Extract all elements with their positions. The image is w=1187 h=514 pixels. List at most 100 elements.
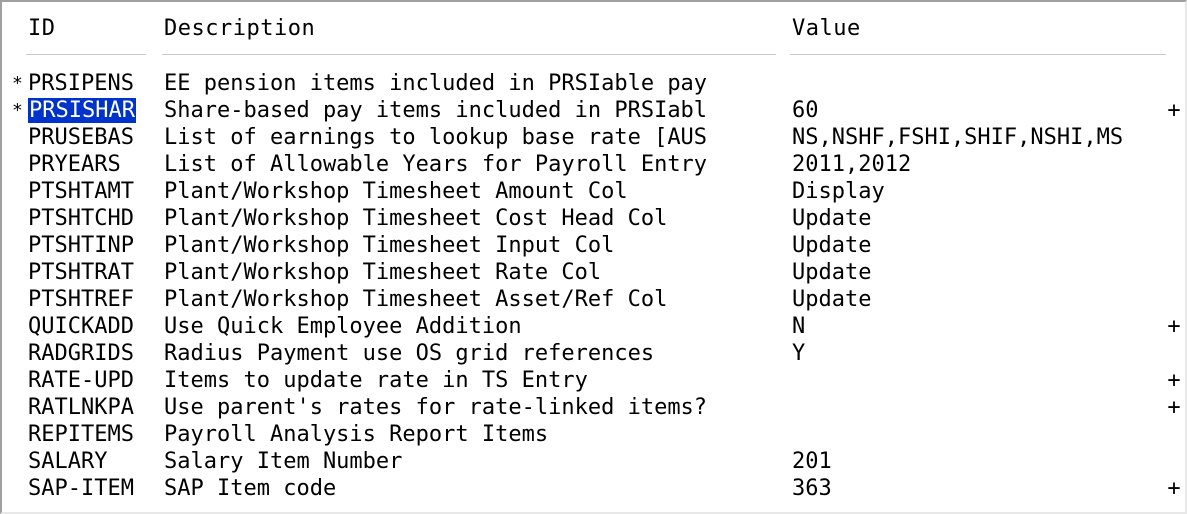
row-id[interactable]: PTSHTREF xyxy=(28,286,150,313)
row-value[interactable]: NS,NSHF,FSHI,SHIF,NSHI,MS xyxy=(792,124,1170,151)
row-id[interactable]: RATLNKPA xyxy=(28,394,150,421)
table-row[interactable]: PRYEARS List of Allowable Years for Payro… xyxy=(2,151,1185,178)
row-id-text: QUICKADD xyxy=(28,314,134,339)
row-description: Payroll Analysis Report Items xyxy=(164,422,549,447)
row-value[interactable]: Update xyxy=(792,286,1170,313)
row-value[interactable]: 201 xyxy=(792,448,1170,475)
modified-marker xyxy=(12,286,28,313)
row-id[interactable]: PTSHTCHD xyxy=(28,205,150,232)
row-description: List of earnings to lookup base rate [AU… xyxy=(164,125,708,150)
expand-more-icon[interactable] xyxy=(1166,205,1182,232)
row-id[interactable]: PTSHTAMT xyxy=(28,178,150,205)
expand-more-icon[interactable] xyxy=(1166,340,1182,367)
table-row[interactable]: RATE-UPD Items to update rate in TS Entry… xyxy=(2,367,1185,394)
header-underline-id xyxy=(26,54,146,55)
expand-more-icon[interactable] xyxy=(1166,259,1182,286)
row-value[interactable]: Display xyxy=(792,178,1170,205)
header-underline-description xyxy=(162,54,776,55)
table-row[interactable]: PTSHTREF Plant/Workshop Timesheet Asset/R… xyxy=(2,286,1185,313)
expand-more-icon[interactable] xyxy=(1166,421,1182,448)
row-description: Plant/Workshop Timesheet Cost Head Col xyxy=(164,206,668,231)
modified-marker xyxy=(12,448,28,475)
expand-more-icon[interactable] xyxy=(1166,448,1182,475)
table-row[interactable]: * PRSISHAR Share-based pay items included … xyxy=(2,97,1185,124)
table-row[interactable]: PRUSEBAS List of earnings to lookup base … xyxy=(2,124,1185,151)
row-description: Radius Payment use OS grid references xyxy=(164,341,655,366)
expand-more-icon[interactable]: + xyxy=(1166,313,1182,340)
column-header-value[interactable]: Value xyxy=(792,14,861,44)
row-id[interactable]: RADGRIDS xyxy=(28,340,150,367)
modified-marker xyxy=(12,475,28,502)
table-row[interactable]: PTSHTCHD Plant/Workshop Timesheet Cost He… xyxy=(2,205,1185,232)
expand-more-icon[interactable]: + xyxy=(1166,367,1182,394)
row-value[interactable]: Update xyxy=(792,232,1170,259)
row-id-text: PRYEARS xyxy=(28,152,121,177)
row-id[interactable]: SAP-ITEM xyxy=(28,475,150,502)
modified-marker xyxy=(12,232,28,259)
row-id-text: PRSISHAR xyxy=(28,98,136,123)
row-value[interactable] xyxy=(792,367,1170,394)
row-value[interactable] xyxy=(792,70,1170,97)
row-id-text: PRUSEBAS xyxy=(28,125,134,150)
table-row[interactable]: RATLNKPA Use parent's rates for rate-link… xyxy=(2,394,1185,421)
row-description: Share-based pay items included in PRSIab… xyxy=(164,98,708,123)
expand-more-icon[interactable] xyxy=(1166,286,1182,313)
modified-marker xyxy=(12,313,28,340)
row-id[interactable]: PRSISHAR xyxy=(28,97,150,124)
row-description: Use parent's rates for rate-linked items… xyxy=(164,395,708,420)
row-value[interactable]: Update xyxy=(792,259,1170,286)
row-description: Plant/Workshop Timesheet Input Col xyxy=(164,233,615,258)
column-header-description[interactable]: Description xyxy=(164,14,315,44)
row-description: SAP Item code xyxy=(164,476,337,501)
table-row[interactable]: SALARY Salary Item Number 201 xyxy=(2,448,1185,475)
modified-marker: * xyxy=(12,100,23,121)
row-description: List of Allowable Years for Payroll Entr… xyxy=(164,152,708,177)
row-id[interactable]: RATE-UPD xyxy=(28,367,150,394)
table-row[interactable]: RADGRIDS Radius Payment use OS grid refer… xyxy=(2,340,1185,367)
table-row[interactable]: REPITEMS Payroll Analysis Report Items xyxy=(2,421,1185,448)
row-value[interactable]: Update xyxy=(792,205,1170,232)
expand-more-icon[interactable]: + xyxy=(1166,97,1182,124)
table-row[interactable]: PTSHTINP Plant/Workshop Timesheet Input C… xyxy=(2,232,1185,259)
row-id[interactable]: QUICKADD xyxy=(28,313,150,340)
row-id-text: RADGRIDS xyxy=(28,341,134,366)
row-id-text: PTSHTINP xyxy=(28,233,134,258)
modified-marker xyxy=(12,367,28,394)
row-id[interactable]: PRYEARS xyxy=(28,151,150,178)
row-value[interactable]: Y xyxy=(792,340,1170,367)
row-id[interactable]: REPITEMS xyxy=(28,421,150,448)
expand-more-icon[interactable] xyxy=(1166,124,1182,151)
expand-more-icon[interactable]: + xyxy=(1166,394,1182,421)
table-row[interactable]: QUICKADD Use Quick Employee Addition N + xyxy=(2,313,1185,340)
row-id-text: RATE-UPD xyxy=(28,368,134,393)
table-row[interactable]: PTSHTRAT Plant/Workshop Timesheet Rate Co… xyxy=(2,259,1185,286)
table-row[interactable]: PTSHTAMT Plant/Workshop Timesheet Amount … xyxy=(2,178,1185,205)
row-description: Plant/Workshop Timesheet Asset/Ref Col xyxy=(164,287,668,312)
row-id[interactable]: SALARY xyxy=(28,448,150,475)
header-underline-value xyxy=(790,54,1166,55)
row-description: Use Quick Employee Addition xyxy=(164,314,522,339)
row-id[interactable]: PRSIPENS xyxy=(28,70,150,97)
row-id-text: PTSHTAMT xyxy=(28,179,134,204)
column-header-id[interactable]: ID xyxy=(28,14,56,44)
row-value[interactable] xyxy=(792,394,1170,421)
row-description: Items to update rate in TS Entry xyxy=(164,368,588,393)
row-value[interactable]: 2011,2012 xyxy=(792,151,1170,178)
expand-more-icon[interactable]: + xyxy=(1166,475,1182,502)
row-id-text: PTSHTRAT xyxy=(28,260,134,285)
expand-more-icon[interactable] xyxy=(1166,70,1182,97)
table-row[interactable]: * PRSIPENS EE pension items included in PR… xyxy=(2,70,1185,97)
expand-more-icon[interactable] xyxy=(1166,232,1182,259)
row-value[interactable]: 60 xyxy=(792,97,1170,124)
row-value[interactable]: N xyxy=(792,313,1170,340)
row-value[interactable] xyxy=(792,421,1170,448)
row-id[interactable]: PTSHTRAT xyxy=(28,259,150,286)
row-value[interactable]: 363 xyxy=(792,475,1170,502)
expand-more-icon[interactable] xyxy=(1166,178,1182,205)
table-row[interactable]: SAP-ITEM SAP Item code 363 + xyxy=(2,475,1185,502)
modified-marker xyxy=(12,205,28,232)
row-id[interactable]: PRUSEBAS xyxy=(28,124,150,151)
row-id[interactable]: PTSHTINP xyxy=(28,232,150,259)
expand-more-icon[interactable] xyxy=(1166,151,1182,178)
row-id-text: PTSHTCHD xyxy=(28,206,134,231)
